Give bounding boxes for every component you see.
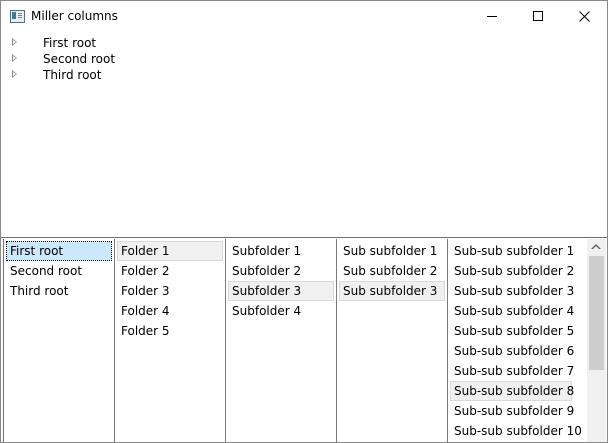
list-item[interactable]: Sub subfolder 3	[339, 281, 445, 301]
list-item[interactable]: Subfolder 3	[228, 281, 334, 301]
list-item[interactable]: Sub-sub subfolder 8	[450, 381, 574, 401]
list-item[interactable]: Sub-sub subfolder 7	[450, 361, 576, 381]
list-item[interactable]: Subfolder 2	[228, 261, 338, 281]
list-item[interactable]: Folder 2	[117, 261, 227, 281]
column-1[interactable]: First root Second root Third root	[3, 239, 116, 442]
title-bar[interactable]: Miller columns	[1, 1, 607, 32]
list-item[interactable]: Sub-sub subfolder 6	[450, 341, 576, 361]
list-item[interactable]: Sub subfolder 2	[339, 261, 449, 281]
column-2[interactable]: Folder 1 Folder 2 Folder 3 Folder 4 Folder 5	[114, 239, 227, 442]
list-item[interactable]: Third root	[6, 281, 116, 301]
list-item[interactable]: Folder 5	[117, 321, 227, 341]
scroll-thumb[interactable]	[589, 256, 604, 370]
expand-arrow-icon[interactable]	[12, 38, 17, 46]
list-item[interactable]: Sub-sub subfolder 10	[450, 421, 582, 441]
list-item[interactable]: Folder 4	[117, 301, 227, 321]
miller-columns: First root Second root Third root Folder 1…	[1, 237, 607, 442]
list-item[interactable]: Sub-sub subfolder 1	[450, 241, 576, 261]
expand-arrow-icon[interactable]	[12, 70, 17, 78]
tree-item-label: Second root	[43, 52, 116, 66]
list-item[interactable]: First root	[6, 241, 112, 261]
app-window: Miller columns First root Second root Th…	[0, 0, 608, 443]
tree-item-label: Third root	[43, 68, 102, 82]
list-item[interactable]: Sub-sub subfolder 5	[450, 321, 576, 341]
list-item[interactable]: Sub-sub subfolder 3	[450, 281, 576, 301]
expand-arrow-icon[interactable]	[12, 54, 17, 62]
tree-item[interactable]: First root	[1, 35, 301, 51]
list-item[interactable]: Folder 1	[117, 241, 223, 261]
minimize-button[interactable]	[469, 1, 515, 32]
column-4[interactable]: Sub subfolder 1 Sub subfolder 2 Sub subfol…	[336, 239, 449, 442]
window-title: Miller columns	[31, 9, 118, 23]
tree-view[interactable]: First root Second root Third root	[1, 32, 607, 237]
list-item[interactable]: Folder 3	[117, 281, 227, 301]
list-item[interactable]: Subfolder 1	[228, 241, 338, 261]
close-icon	[579, 11, 590, 22]
list-item[interactable]: Second root	[6, 261, 116, 281]
list-item[interactable]: Subfolder 4	[228, 301, 338, 321]
scroll-up-arrow-icon[interactable]	[591, 244, 601, 249]
maximize-button[interactable]	[515, 1, 561, 32]
list-item[interactable]: Sub subfolder 1	[339, 241, 449, 261]
app-icon	[10, 10, 25, 23]
tree-item-label: First root	[43, 36, 97, 50]
close-button[interactable]	[561, 1, 607, 32]
list-item[interactable]: Sub-sub subfolder 2	[450, 261, 576, 281]
tree-item[interactable]: Third root	[1, 67, 301, 83]
vertical-scrollbar[interactable]	[587, 239, 606, 442]
column-5[interactable]: Sub-sub subfolder 1 Sub-sub subfolder 2 Su…	[447, 239, 582, 442]
tree-item[interactable]: Second root	[1, 51, 301, 67]
list-item[interactable]: Sub-sub subfolder 9	[450, 401, 576, 421]
list-item[interactable]: Sub-sub subfolder 4	[450, 301, 576, 321]
column-3[interactable]: Subfolder 1 Subfolder 2 Subfolder 3 Subfold…	[225, 239, 338, 442]
